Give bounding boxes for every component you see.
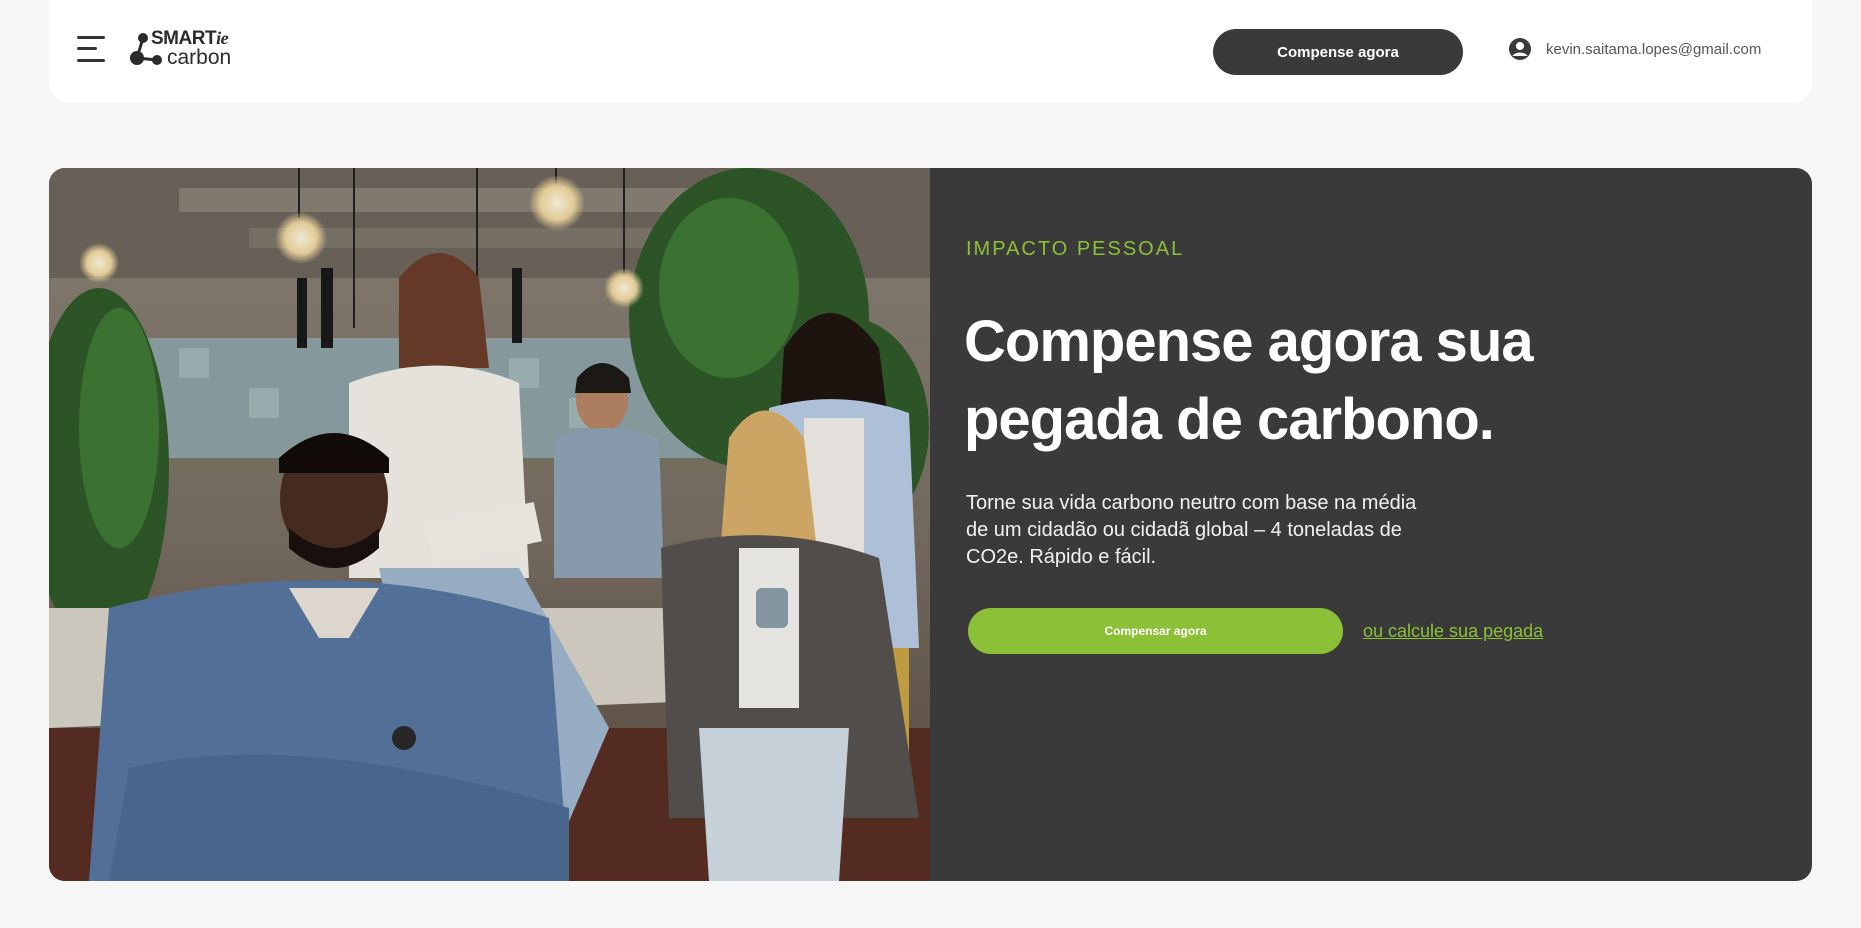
logo-subtitle: carbon xyxy=(167,46,232,69)
site-header: SMARTie carbon Compense agora kevin.sait… xyxy=(49,0,1812,103)
brand-logo[interactable]: SMARTie carbon xyxy=(129,28,239,70)
hero-content-panel: IMPACTO PESSOAL Compense agora sua pegad… xyxy=(930,168,1812,881)
user-account-icon xyxy=(1509,38,1531,60)
hero-section: IMPACTO PESSOAL Compense agora sua pegad… xyxy=(49,168,1812,881)
header-compense-button[interactable]: Compense agora xyxy=(1213,29,1463,75)
hero-description: Torne sua vida carbono neutro com base n… xyxy=(966,492,1417,568)
hero-eyebrow: IMPACTO PESSOAL xyxy=(966,238,1185,260)
hero-photo xyxy=(49,168,930,881)
hero-headline: Compense agora sua pegada de carbono. xyxy=(964,309,1534,452)
calculate-footprint-link[interactable]: ou calcule sua pegada xyxy=(1363,621,1543,642)
compensar-agora-button[interactable]: Compensar agora xyxy=(968,608,1343,654)
account-email: kevin.saitama.lopes@gmail.com xyxy=(1546,40,1762,58)
menu-icon[interactable] xyxy=(77,34,109,64)
account-menu[interactable]: kevin.saitama.lopes@gmail.com xyxy=(1508,36,1761,62)
